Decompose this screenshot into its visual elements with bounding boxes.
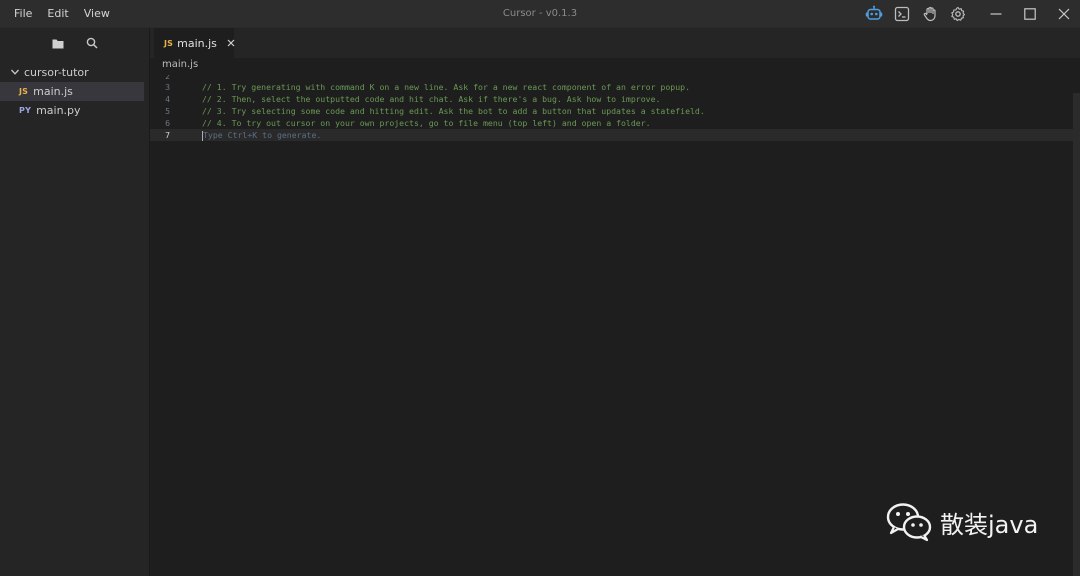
- gear-icon[interactable]: [944, 0, 972, 28]
- menu-bar: File Edit View: [0, 0, 125, 28]
- sidebar-tabs: [0, 28, 149, 58]
- close-icon[interactable]: [1048, 0, 1080, 28]
- tab-label: main.js: [177, 36, 217, 50]
- line-number: 6: [165, 118, 170, 128]
- code-comment: // 1. Try generating with command K on a…: [202, 82, 690, 92]
- folder-icon[interactable]: [48, 33, 68, 53]
- py-file-icon: PY: [19, 106, 32, 115]
- generate-prompt[interactable]: Type Ctrl+K to generate.: [202, 129, 321, 141]
- watermark-text: 散装java: [940, 510, 1039, 539]
- terminal-icon[interactable]: [888, 0, 916, 28]
- line-number: 5: [165, 106, 170, 116]
- code-line: 3 // 1. Try generating with command K on…: [150, 81, 1080, 93]
- chevron-down-icon: [8, 65, 22, 79]
- tab-main-js[interactable]: JS main.js: [154, 28, 235, 58]
- title-toolbar: [860, 0, 972, 28]
- file-item-main-js[interactable]: JS main.js: [0, 82, 144, 101]
- wechat-icon: [886, 503, 932, 542]
- search-icon[interactable]: [82, 33, 102, 53]
- folder-cursor-tutor[interactable]: cursor-tutor: [0, 62, 149, 82]
- line-number: 2: [165, 75, 170, 81]
- js-file-icon: JS: [19, 87, 29, 96]
- breadcrumb[interactable]: main.js: [162, 59, 198, 73]
- code-comment: // 4. To try out cursor on your own proj…: [202, 118, 651, 128]
- title-bar: File Edit View Cursor - v0.1.3: [0, 0, 1080, 28]
- editor-scrollbar[interactable]: [1073, 93, 1080, 576]
- generate-placeholder: Type Ctrl+K to generate.: [203, 130, 322, 140]
- line-number: 4: [165, 94, 170, 104]
- hand-icon[interactable]: [916, 0, 944, 28]
- robot-icon[interactable]: [860, 0, 888, 28]
- window-controls: [978, 0, 1080, 28]
- js-file-icon: JS: [164, 38, 174, 48]
- file-name: main.py: [36, 104, 81, 117]
- code-line: 6 // 4. To try out cursor on your own pr…: [150, 117, 1080, 129]
- file-explorer: cursor-tutor JS main.js PY main.py: [0, 28, 150, 576]
- minimize-icon[interactable]: [980, 0, 1012, 28]
- editor-tab-bar: JS main.js: [150, 28, 1080, 58]
- code-comment: // 3. Try selecting some code and hittin…: [202, 106, 705, 116]
- close-tab-icon[interactable]: [227, 37, 235, 49]
- code-comment: // 2. Then, select the outputted code an…: [202, 94, 661, 104]
- code-line: 4 // 2. Then, select the outputted code …: [150, 93, 1080, 105]
- folder-name: cursor-tutor: [24, 65, 89, 79]
- menu-edit[interactable]: Edit: [47, 7, 68, 20]
- maximize-icon[interactable]: [1014, 0, 1046, 28]
- code-line: 5 // 3. Try selecting some code and hitt…: [150, 105, 1080, 117]
- current-code-line[interactable]: 7 Type Ctrl+K to generate.: [150, 129, 1080, 141]
- file-item-main-py[interactable]: PY main.py: [0, 101, 149, 120]
- code-editor[interactable]: 2 3 // 1. Try generating with command K …: [150, 75, 1080, 576]
- file-name: main.js: [33, 85, 73, 98]
- menu-view[interactable]: View: [84, 7, 110, 20]
- menu-file[interactable]: File: [14, 7, 32, 20]
- line-number: 3: [165, 82, 170, 92]
- wechat-watermark: 散装java: [886, 502, 1038, 542]
- line-number: 7: [165, 130, 170, 140]
